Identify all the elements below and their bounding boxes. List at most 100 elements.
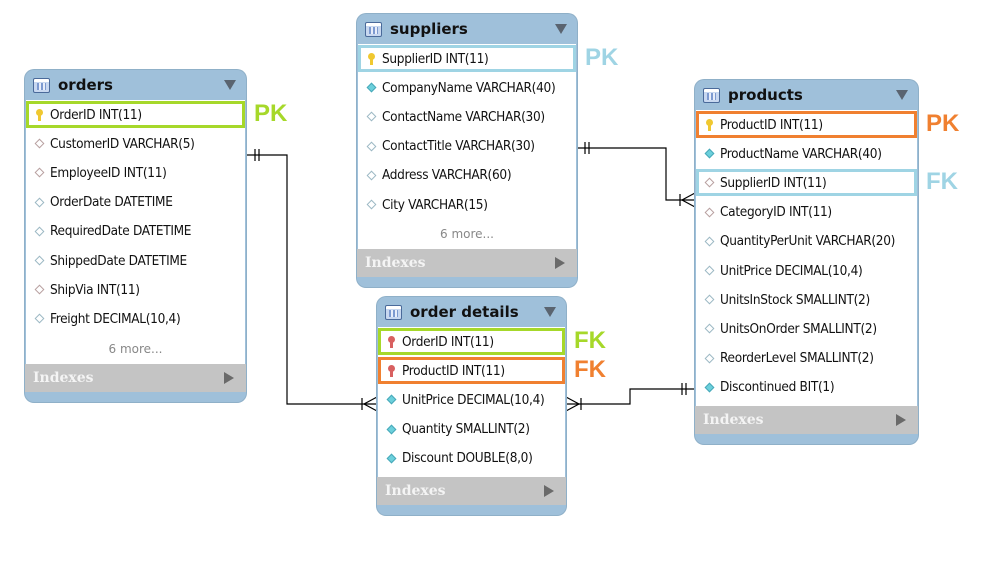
column-row[interactable]: ContactName VARCHAR(30) xyxy=(358,102,576,131)
column-label: UnitPrice DECIMAL(10,4) xyxy=(402,391,545,408)
table-header[interactable]: orders xyxy=(25,70,246,100)
key-label-pk: PK xyxy=(585,44,619,71)
foreign-key-column-icon xyxy=(34,284,45,295)
column-label: Freight DECIMAL(10,4) xyxy=(50,310,181,327)
column-label: SupplierID INT(11) xyxy=(720,174,827,191)
column-row[interactable]: Discount DOUBLE(8,0) xyxy=(378,444,565,473)
primary-key-icon xyxy=(34,109,45,122)
column-row[interactable]: Freight DECIMAL(10,4) xyxy=(26,304,245,333)
column-row[interactable]: Address VARCHAR(60) xyxy=(358,161,576,190)
column-list: SupplierID INT(11) CompanyName VARCHAR(40… xyxy=(358,44,576,250)
table-icon xyxy=(365,21,382,37)
table-footer xyxy=(357,277,577,287)
table-icon xyxy=(33,77,50,93)
relationship-suppliers-products[interactable] xyxy=(577,142,696,208)
column-label: ContactName VARCHAR(30) xyxy=(382,108,545,125)
nullable-column-icon xyxy=(34,197,45,208)
collapse-triangle-icon[interactable] xyxy=(896,90,908,100)
indexes-label: Indexes xyxy=(703,411,764,428)
table-order-details[interactable]: order details OrderID INT(11) ProductID IN… xyxy=(377,297,566,515)
column-label: Address VARCHAR(60) xyxy=(382,167,512,184)
foreign-key-column-icon xyxy=(34,138,45,149)
indexes-section[interactable]: Indexes xyxy=(25,363,246,392)
column-list: OrderID INT(11) CustomerID VARCHAR(5) Empl… xyxy=(26,100,245,364)
nullable-column-icon xyxy=(366,199,377,210)
not-null-column-icon xyxy=(704,148,715,159)
column-row[interactable]: ProductID INT(11) xyxy=(696,110,917,139)
column-label: UnitPrice DECIMAL(10,4) xyxy=(720,262,863,279)
column-row[interactable]: ShipVia INT(11) xyxy=(26,275,245,304)
column-row[interactable]: ProductID INT(11) xyxy=(378,356,565,385)
expand-triangle-icon[interactable] xyxy=(224,371,234,384)
column-row[interactable]: Quantity SMALLINT(2) xyxy=(378,415,565,444)
indexes-section[interactable]: Indexes xyxy=(357,249,577,278)
table-products[interactable]: products ProductID INT(11) ProductName VAR… xyxy=(695,80,918,444)
table-orders[interactable]: orders OrderID INT(11) CustomerID VARCHAR(… xyxy=(25,70,246,402)
column-label: Discount DOUBLE(8,0) xyxy=(402,450,533,467)
not-null-column-icon xyxy=(386,394,397,405)
table-name: suppliers xyxy=(390,20,468,38)
key-label-fk: FK xyxy=(926,168,958,196)
column-list: OrderID INT(11) ProductID INT(11) UnitPric… xyxy=(378,327,565,477)
collapse-triangle-icon[interactable] xyxy=(544,307,556,317)
table-header[interactable]: suppliers xyxy=(357,14,577,44)
column-row[interactable]: OrderDate DATETIME xyxy=(26,188,245,217)
column-label: ShippedDate DATETIME xyxy=(50,252,187,269)
column-label: OrderID INT(11) xyxy=(50,106,142,123)
expand-triangle-icon[interactable] xyxy=(896,413,906,426)
column-label: ProductName VARCHAR(40) xyxy=(720,145,882,162)
column-row[interactable]: ReorderLevel SMALLINT(2) xyxy=(696,344,917,373)
collapse-triangle-icon[interactable] xyxy=(224,80,236,90)
column-label: ProductID INT(11) xyxy=(720,116,823,133)
foreign-primary-key-icon xyxy=(386,336,397,349)
column-row[interactable]: UnitsOnOrder SMALLINT(2) xyxy=(696,314,917,343)
column-label: ReorderLevel SMALLINT(2) xyxy=(720,350,874,367)
table-header[interactable]: products xyxy=(695,80,918,110)
nullable-column-icon xyxy=(704,294,715,305)
column-label: SupplierID INT(11) xyxy=(382,50,489,67)
column-row[interactable]: EmployeeID INT(11) xyxy=(26,158,245,187)
column-row[interactable]: QuantityPerUnit VARCHAR(20) xyxy=(696,227,917,256)
column-row[interactable]: CategoryID INT(11) xyxy=(696,198,917,227)
column-row[interactable]: ShippedDate DATETIME xyxy=(26,246,245,275)
indexes-label: Indexes xyxy=(33,369,94,386)
nullable-column-icon xyxy=(366,170,377,181)
column-row[interactable]: RequiredDate DATETIME xyxy=(26,217,245,246)
column-row[interactable]: ContactTitle VARCHAR(30) xyxy=(358,132,576,161)
column-row[interactable]: UnitPrice DECIMAL(10,4) xyxy=(696,256,917,285)
key-label-fk: FK xyxy=(574,327,606,354)
column-label: CategoryID INT(11) xyxy=(720,204,832,221)
column-label: QuantityPerUnit VARCHAR(20) xyxy=(720,233,896,250)
table-footer xyxy=(377,505,566,515)
more-columns-link[interactable]: 6 more... xyxy=(358,219,576,249)
collapse-triangle-icon[interactable] xyxy=(555,24,567,34)
more-columns-link[interactable]: 6 more... xyxy=(26,334,245,364)
relationship-products-order-details[interactable] xyxy=(565,383,695,412)
key-label-pk: PK xyxy=(926,110,960,137)
column-label: OrderDate DATETIME xyxy=(50,194,173,211)
nullable-column-icon xyxy=(704,353,715,364)
expand-triangle-icon[interactable] xyxy=(555,257,565,270)
column-row[interactable]: OrderID INT(11) xyxy=(378,327,565,356)
column-row[interactable]: UnitPrice DECIMAL(10,4) xyxy=(378,385,565,414)
nullable-column-icon xyxy=(704,236,715,247)
column-row[interactable]: UnitsInStock SMALLINT(2) xyxy=(696,285,917,314)
table-header[interactable]: order details xyxy=(377,297,566,327)
table-name: orders xyxy=(58,76,113,94)
column-label: ContactTitle VARCHAR(30) xyxy=(382,138,535,155)
column-row[interactable]: SupplierID INT(11) xyxy=(358,44,576,73)
primary-key-icon xyxy=(366,53,377,66)
column-row[interactable]: CustomerID VARCHAR(5) xyxy=(26,129,245,158)
indexes-section[interactable]: Indexes xyxy=(377,476,566,505)
column-row[interactable]: SupplierID INT(11) xyxy=(696,168,917,197)
column-row[interactable]: CompanyName VARCHAR(40) xyxy=(358,73,576,102)
column-row[interactable]: OrderID INT(11) xyxy=(26,100,245,129)
column-label: City VARCHAR(15) xyxy=(382,196,488,213)
column-row[interactable]: ProductName VARCHAR(40) xyxy=(696,139,917,168)
column-row[interactable]: Discontinued BIT(1) xyxy=(696,373,917,402)
expand-triangle-icon[interactable] xyxy=(544,484,554,497)
table-suppliers[interactable]: suppliers SupplierID INT(11) CompanyName V… xyxy=(357,14,577,288)
column-row[interactable]: City VARCHAR(15) xyxy=(358,190,576,219)
not-null-column-icon xyxy=(386,453,397,464)
indexes-section[interactable]: Indexes xyxy=(695,405,918,434)
